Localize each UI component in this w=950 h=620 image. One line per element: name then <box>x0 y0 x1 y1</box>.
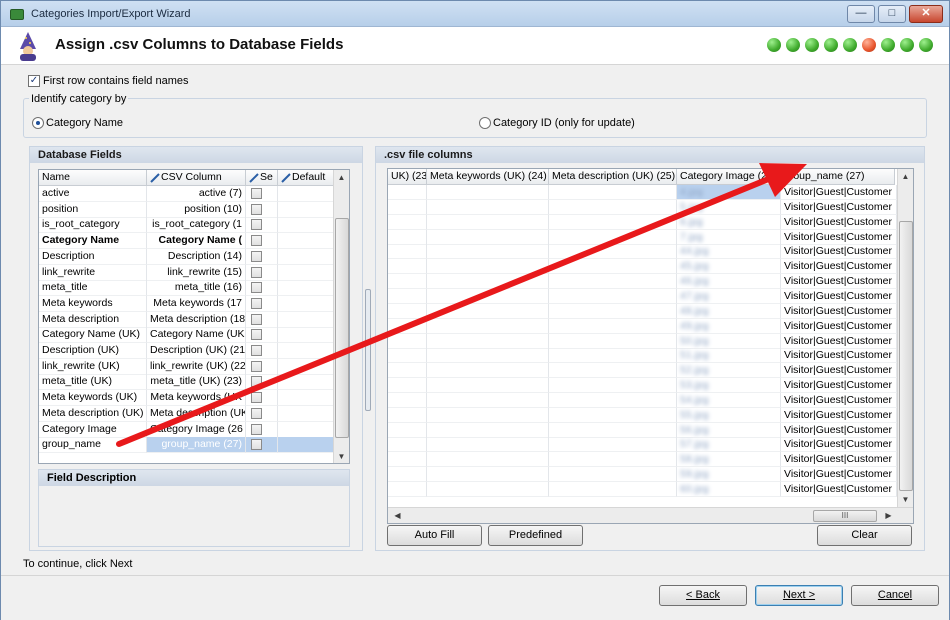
annotation-arrow-shaft <box>116 175 774 447</box>
wizard-window: Categories Import/Export Wizard — □ ✕ As… <box>0 0 950 620</box>
annotation-arrow <box>116 163 807 447</box>
